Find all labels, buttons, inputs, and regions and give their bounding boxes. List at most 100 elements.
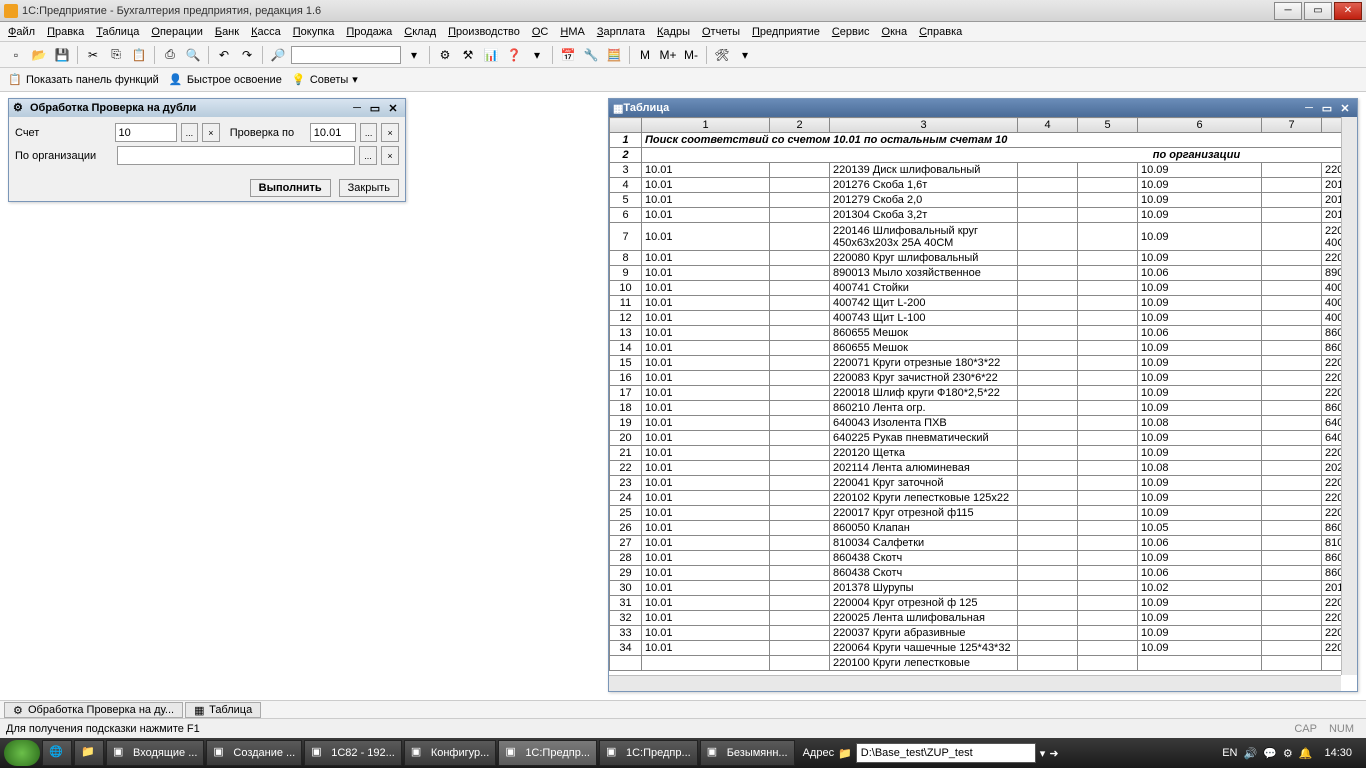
- cell[interactable]: 10.01: [642, 566, 770, 581]
- cell[interactable]: [1138, 656, 1262, 671]
- execute-button[interactable]: Выполнить: [250, 179, 331, 197]
- cell[interactable]: 201378 Шурупы: [830, 581, 1018, 596]
- print-icon[interactable]: ⎙: [160, 45, 180, 65]
- row-header[interactable]: 14: [610, 341, 642, 356]
- table-row[interactable]: 2610.01860050 Клапан10.05860050 Клапан: [610, 521, 1358, 536]
- menu-item[interactable]: Отчеты: [702, 26, 740, 38]
- undo-icon[interactable]: ↶: [214, 45, 234, 65]
- cell[interactable]: 10.09: [1138, 163, 1262, 178]
- cell[interactable]: 860655 Мешок: [830, 326, 1018, 341]
- cell[interactable]: 10.09: [1138, 311, 1262, 326]
- table-row[interactable]: 1610.01220083 Круг зачистной 230*6*2210.…: [610, 371, 1358, 386]
- row-header[interactable]: 20: [610, 431, 642, 446]
- table-row[interactable]: 2510.01220017 Круг отрезной ф11510.09220…: [610, 506, 1358, 521]
- cell[interactable]: 10.09: [1138, 341, 1262, 356]
- row-header[interactable]: 31: [610, 596, 642, 611]
- table-row[interactable]: 3310.01220037 Круги абразивные10.0922003…: [610, 626, 1358, 641]
- row-header[interactable]: 18: [610, 401, 642, 416]
- cell[interactable]: 220100 Круги лепестковые: [830, 656, 1018, 671]
- menu-item[interactable]: Файл: [8, 26, 35, 38]
- table-row[interactable]: 2810.01860438 Скотч10.09860438 Скотч: [610, 551, 1358, 566]
- table-row[interactable]: 1010.01400741 Стойки10.09400741 Стойки: [610, 281, 1358, 296]
- cell[interactable]: 10.09: [1138, 208, 1262, 223]
- cell[interactable]: 10.09: [1138, 596, 1262, 611]
- menu-item[interactable]: Зарплата: [597, 26, 645, 38]
- tool-icon[interactable]: ⚙: [435, 45, 455, 65]
- cell[interactable]: 220139 Диск шлифовальный: [830, 163, 1018, 178]
- close-button[interactable]: ✕: [1334, 2, 1362, 20]
- row-header[interactable]: 24: [610, 491, 642, 506]
- menu-item[interactable]: Справка: [919, 26, 962, 38]
- tool-icon[interactable]: ⚒: [458, 45, 478, 65]
- col-header[interactable]: 1: [642, 118, 770, 133]
- cell[interactable]: 10.01: [642, 536, 770, 551]
- org-clear-button[interactable]: ×: [381, 146, 399, 165]
- calendar-icon[interactable]: 📅: [558, 45, 578, 65]
- row-header[interactable]: 15: [610, 356, 642, 371]
- cell[interactable]: 10.01: [642, 416, 770, 431]
- cell[interactable]: 890013 Мыло хозяйственное: [830, 266, 1018, 281]
- row-header[interactable]: 27: [610, 536, 642, 551]
- cell[interactable]: 10.06: [1138, 536, 1262, 551]
- cut-icon[interactable]: ✂: [83, 45, 103, 65]
- cell[interactable]: 10.09: [1138, 193, 1262, 208]
- row-header[interactable]: 19: [610, 416, 642, 431]
- table-row[interactable]: 710.01220146 Шлифовальный круг 450х63х20…: [610, 223, 1358, 251]
- row-header[interactable]: 12: [610, 311, 642, 326]
- col-header[interactable]: 7: [1262, 118, 1322, 133]
- cell[interactable]: 202114 Лента алюминевая: [830, 461, 1018, 476]
- cell[interactable]: 10.01: [642, 356, 770, 371]
- cell[interactable]: 10.01: [642, 251, 770, 266]
- cell[interactable]: 201279 Скоба 2,0: [830, 193, 1018, 208]
- row-header[interactable]: 28: [610, 551, 642, 566]
- cell[interactable]: 10.06: [1138, 566, 1262, 581]
- check-clear-button[interactable]: ×: [381, 123, 399, 142]
- cell[interactable]: 10.09: [1138, 626, 1262, 641]
- cell[interactable]: 10.09: [1138, 506, 1262, 521]
- row-header[interactable]: 13: [610, 326, 642, 341]
- menu-item[interactable]: Покупка: [293, 26, 335, 38]
- org-input[interactable]: [117, 146, 355, 165]
- cell[interactable]: 10.01: [642, 641, 770, 656]
- table-row[interactable]: 510.01201279 Скоба 2,010.09201279 Скоба …: [610, 193, 1358, 208]
- new-icon[interactable]: ▫: [6, 45, 26, 65]
- cell[interactable]: 220120 Щетка: [830, 446, 1018, 461]
- close-dialog-button[interactable]: Закрыть: [339, 179, 399, 197]
- table-row[interactable]: 810.01220080 Круг шлифовальный10.0922008…: [610, 251, 1358, 266]
- cell[interactable]: [642, 656, 770, 671]
- cell[interactable]: 10.09: [1138, 446, 1262, 461]
- menu-item[interactable]: Правка: [47, 26, 84, 38]
- m-plus-button[interactable]: М+: [658, 45, 678, 65]
- help-icon[interactable]: ❓: [504, 45, 524, 65]
- cell[interactable]: 10.01: [642, 223, 770, 251]
- cell[interactable]: 10.01: [642, 431, 770, 446]
- cell[interactable]: 10.09: [1138, 476, 1262, 491]
- cell[interactable]: 10.01: [642, 163, 770, 178]
- table-row[interactable]: 2310.01220041 Круг заточной10.09220041 К…: [610, 476, 1358, 491]
- cell[interactable]: 220017 Круг отрезной ф115: [830, 506, 1018, 521]
- menu-item[interactable]: Окна: [882, 26, 908, 38]
- window-tab[interactable]: ⚙Обработка Проверка на ду...: [4, 702, 183, 718]
- col-header[interactable]: 2: [770, 118, 830, 133]
- menu-item[interactable]: Склад: [404, 26, 436, 38]
- cell[interactable]: 10.09: [1138, 641, 1262, 656]
- cell[interactable]: 10.09: [1138, 386, 1262, 401]
- m-minus-button[interactable]: М-: [681, 45, 701, 65]
- row-header[interactable]: 7: [610, 223, 642, 251]
- address-input[interactable]: [856, 743, 1036, 763]
- window-tab[interactable]: ▦Таблица: [185, 702, 261, 718]
- table-row[interactable]: 220100 Круги лепестковые: [610, 656, 1358, 671]
- account-clear-button[interactable]: ×: [202, 123, 220, 142]
- tool-icon[interactable]: 🔧: [581, 45, 601, 65]
- menu-item[interactable]: Таблица: [96, 26, 139, 38]
- cell[interactable]: 10.01: [642, 626, 770, 641]
- col-header[interactable]: 6: [1138, 118, 1262, 133]
- cell[interactable]: 10.01: [642, 521, 770, 536]
- table-row[interactable]: 410.01201276 Скоба 1,6т10.09201276 Скоба…: [610, 178, 1358, 193]
- table-maximize-button[interactable]: ▭: [1319, 101, 1335, 115]
- cell[interactable]: 10.08: [1138, 461, 1262, 476]
- row-header[interactable]: 22: [610, 461, 642, 476]
- redo-icon[interactable]: ↷: [237, 45, 257, 65]
- row-header[interactable]: 34: [610, 641, 642, 656]
- menu-item[interactable]: Банк: [215, 26, 239, 38]
